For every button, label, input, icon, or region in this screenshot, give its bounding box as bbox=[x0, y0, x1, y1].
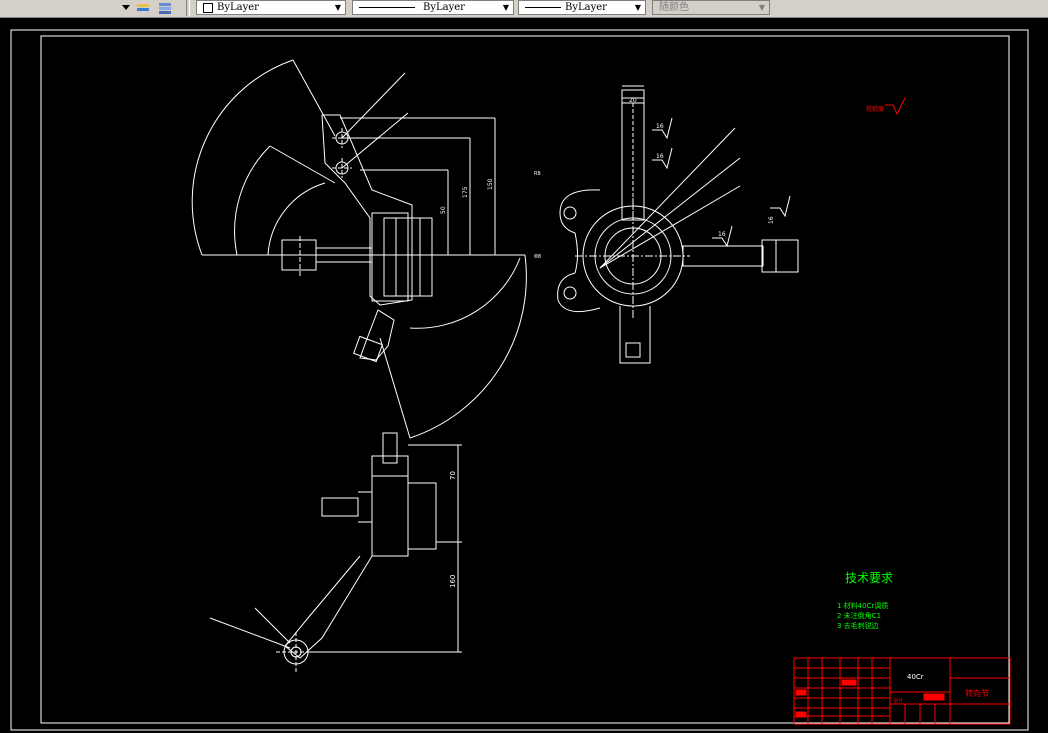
stub-neck bbox=[358, 491, 372, 523]
tech-item-3: 3 去毛刺锐边 bbox=[837, 621, 879, 630]
red-fill bbox=[923, 693, 945, 701]
dim-16d: 16 bbox=[768, 216, 775, 224]
arc-dim-mid bbox=[234, 145, 271, 256]
red-fill bbox=[841, 679, 857, 686]
dim-150: 150 bbox=[487, 178, 494, 190]
ear-hole bbox=[563, 286, 577, 300]
leader-line bbox=[254, 607, 291, 644]
top-flange bbox=[371, 455, 409, 477]
dim-16b: 16 bbox=[656, 153, 664, 160]
leader-line bbox=[599, 157, 741, 269]
roughness-note-icon bbox=[885, 97, 906, 116]
flange-rect bbox=[371, 212, 409, 302]
bottom-boss bbox=[619, 306, 651, 364]
dim-20: 20 bbox=[629, 97, 637, 104]
bottom-nut bbox=[625, 342, 641, 358]
linetype-control-combo[interactable]: ByLayer ▼ bbox=[352, 0, 514, 15]
right-shaft-end bbox=[761, 239, 799, 273]
top-boss bbox=[382, 432, 398, 464]
dim-50: 50 bbox=[440, 206, 447, 214]
arc-dim-lower bbox=[409, 254, 527, 439]
lower-boss bbox=[353, 335, 383, 363]
part-name: 转向节 bbox=[965, 688, 989, 698]
drawing-canvas[interactable]: 150 175 50 20 16 16 16 16 R8 Φ8 粗糙度 70 1… bbox=[0, 18, 1048, 733]
linetype-preview bbox=[359, 7, 415, 8]
arm-outline bbox=[321, 114, 413, 306]
lineweight-preview bbox=[525, 7, 561, 8]
red-fill bbox=[795, 711, 807, 718]
color-control-combo[interactable]: ByLayer ▼ bbox=[196, 0, 346, 15]
dim-160: 160 bbox=[449, 575, 457, 588]
extension-line bbox=[269, 145, 336, 184]
toolbar-separator bbox=[186, 0, 190, 16]
label-width: Φ8 bbox=[534, 254, 541, 260]
dim-16c: 16 bbox=[718, 231, 726, 238]
lineweight-combo-value: ByLayer bbox=[565, 2, 607, 13]
tech-requirements-title: 技术要求 bbox=[845, 571, 893, 585]
lower-arm bbox=[359, 309, 395, 361]
dim-16a: 16 bbox=[656, 123, 664, 130]
chevron-down-icon: ▼ bbox=[758, 3, 766, 12]
roughness-symbol bbox=[770, 195, 791, 218]
plotstyle-control-combo: 随颜色 ▼ bbox=[652, 0, 770, 15]
title-block-label: 设计 bbox=[893, 697, 903, 704]
main-view: 150 175 50 bbox=[191, 59, 527, 439]
roughness-note: 粗糙度 bbox=[866, 105, 884, 113]
label-ear: R8 bbox=[534, 171, 541, 177]
extension-line bbox=[292, 59, 336, 137]
layer-previous-icon[interactable] bbox=[157, 0, 173, 15]
side-view: 20 16 16 16 16 R8 Φ8 bbox=[534, 85, 799, 364]
linetype-combo-value: ByLayer bbox=[423, 2, 465, 13]
dropdown-arrow-icon[interactable] bbox=[118, 0, 134, 15]
chevron-down-icon[interactable]: ▼ bbox=[501, 1, 511, 14]
properties-toolbar: ByLayer ▼ ByLayer ▼ ByLayer ▼ 随颜色 ▼ bbox=[0, 0, 1048, 18]
part-material: 40Cr bbox=[907, 673, 924, 681]
tech-item-1: 1 材料40Cr调质 bbox=[837, 601, 888, 610]
bottom-view: 70 160 bbox=[209, 432, 462, 672]
color-combo-value: ByLayer bbox=[217, 2, 259, 13]
right-shaft bbox=[682, 245, 764, 267]
tech-item-2: 2 未注倒角C1 bbox=[837, 611, 881, 620]
hub-block bbox=[407, 482, 437, 550]
red-fill bbox=[795, 689, 807, 696]
body-rect bbox=[371, 475, 409, 557]
arc-dim-outer bbox=[191, 59, 294, 256]
lower-link bbox=[284, 555, 373, 659]
ear-hole bbox=[563, 206, 577, 220]
color-swatch-icon bbox=[203, 3, 213, 13]
extension-line bbox=[379, 337, 411, 439]
leader-line bbox=[599, 127, 736, 269]
lineweight-control-combo[interactable]: ByLayer ▼ bbox=[518, 0, 646, 15]
stub-shaft bbox=[321, 497, 359, 517]
leader-line bbox=[209, 617, 291, 649]
chevron-down-icon[interactable]: ▼ bbox=[333, 1, 343, 14]
leader-line bbox=[341, 112, 409, 169]
arc-dim-lower-inner bbox=[409, 257, 521, 329]
plotstyle-combo-value: 随颜色 bbox=[659, 2, 689, 13]
layer-states-icon[interactable] bbox=[135, 0, 151, 15]
leader-line bbox=[341, 72, 406, 139]
chevron-down-icon[interactable]: ▼ bbox=[633, 1, 643, 14]
dim-175: 175 bbox=[462, 186, 469, 198]
dim-70: 70 bbox=[449, 471, 457, 480]
